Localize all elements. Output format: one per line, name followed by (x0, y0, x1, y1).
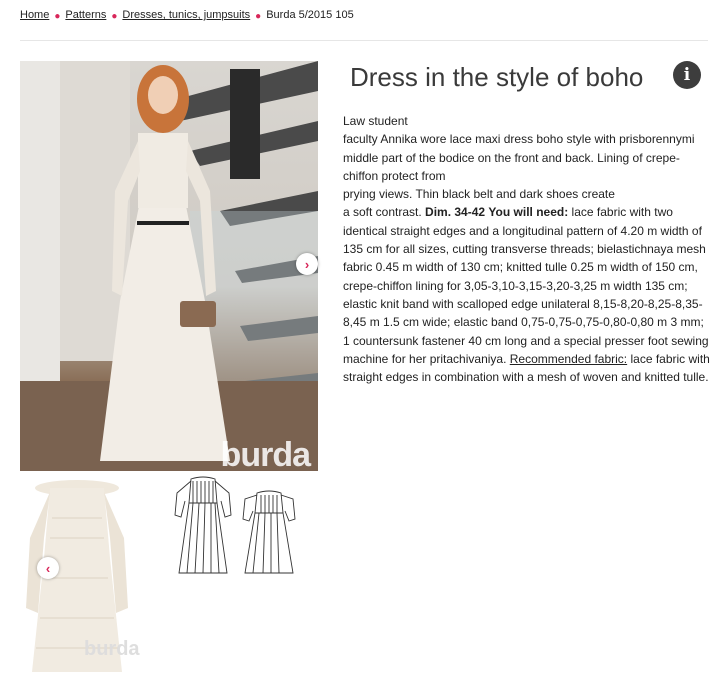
breadcrumb-home-link[interactable]: Home (20, 9, 49, 21)
description-details: a soft contrast. Dim. 34-42 You will nee… (343, 205, 710, 385)
chevron-right-icon: › (304, 256, 310, 272)
photo-illustration (20, 61, 318, 471)
breadcrumb-dresses-link[interactable]: Dresses, tunics, jumpsuits (122, 9, 250, 21)
product-description: Law student faculty Annika wore lace max… (343, 112, 711, 386)
gallery-next-button[interactable]: › (296, 253, 318, 275)
page-title: Dress in the style of boho (350, 62, 644, 92)
description-line: prying views. Thin black belt and dark s… (343, 187, 615, 202)
breadcrumb-separator: ● (54, 11, 61, 22)
thumbnail-watermark: burda (84, 638, 140, 660)
header-divider (20, 40, 708, 41)
materials-text: lace fabric with two identical straight … (343, 205, 709, 366)
breadcrumb-separator: ● (255, 11, 262, 22)
breadcrumb: Home ● Patterns ● Dresses, tunics, jumpsuits… (20, 9, 354, 22)
description-line: faculty Annika wore lace maxi dress boho… (343, 132, 695, 183)
thumbnail-technical-drawing[interactable] (173, 473, 301, 581)
you-will-need-label: You will need: (488, 205, 569, 220)
burda-watermark: burda (220, 436, 311, 471)
gallery-prev-button[interactable]: ‹ (37, 557, 59, 579)
breadcrumb-separator: ● (111, 11, 118, 22)
main-product-photo[interactable]: burda (20, 61, 318, 471)
recommended-fabric-link[interactable]: Recommended fabric: (510, 352, 627, 366)
technical-drawing-illustration (174, 476, 296, 574)
info-icon[interactable]: i (673, 61, 701, 89)
breadcrumb-patterns-link[interactable]: Patterns (65, 9, 106, 21)
dimensions-label: Dim. 34-42 (425, 205, 486, 220)
chevron-left-icon: ‹ (45, 560, 51, 576)
breadcrumb-current: Burda 5/2015 105 (266, 9, 354, 21)
description-line: Law student (343, 114, 408, 128)
